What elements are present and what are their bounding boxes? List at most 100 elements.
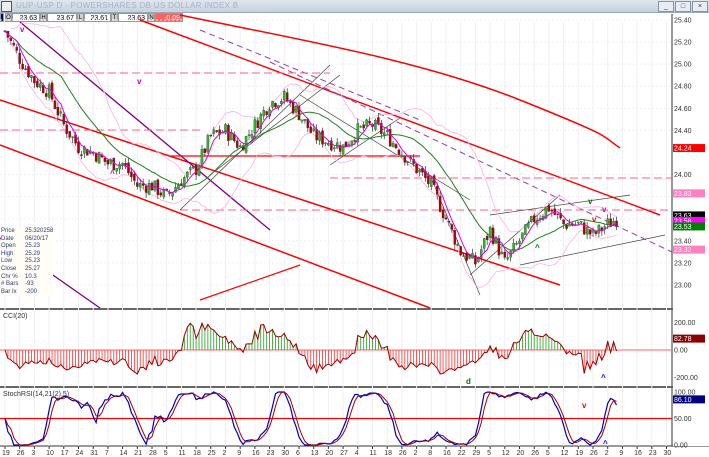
info-value: 10.3 (25, 273, 37, 280)
bearish-candle (36, 80, 39, 88)
price-badge-label: 24.24 (674, 146, 692, 153)
cursor-info-box: Price 25.320258 Date 06/20/17 Open 25.23 High 2… (1, 228, 54, 297)
bullish-candle (350, 140, 354, 145)
bullish-candle (385, 130, 389, 132)
price-tick-label: 25.20 (674, 40, 692, 47)
bullish-candle (430, 178, 433, 187)
bullish-candle (406, 161, 410, 163)
x-tick-label: 22 (458, 450, 466, 457)
bearish-candle (321, 130, 324, 145)
bullish-candle (462, 255, 465, 257)
bullish-candle (59, 111, 63, 114)
bullish-candle (303, 119, 307, 121)
bullish-candle (224, 124, 227, 134)
signal-marker: ^ (535, 243, 540, 252)
signal-marker: v (20, 25, 25, 34)
x-tick-label: 26 (531, 450, 539, 457)
bearish-candle (265, 111, 268, 115)
bullish-candle (359, 125, 362, 128)
long-moving-average-line (179, 14, 621, 149)
x-tick-label: 11 (178, 450, 185, 457)
x-tick-label: 27 (340, 450, 348, 457)
stoch-tick-label: 50.00 (674, 416, 692, 423)
x-tick-label: 16 (443, 450, 451, 457)
x-tick-label: 16 (252, 450, 260, 457)
x-tick-label: 2 (223, 450, 227, 457)
info-key: Open (1, 243, 16, 250)
bearish-candle (394, 144, 398, 149)
x-tick-label: 9 (619, 450, 623, 457)
bearish-candle (553, 208, 557, 215)
x-tick-label: 26 (399, 450, 407, 457)
red-channel-line (199, 264, 301, 301)
bearish-candle (77, 141, 80, 153)
x-tick-label: 3 (31, 450, 35, 457)
bullish-candle (171, 192, 174, 197)
info-row: Chr % 10.3 (1, 274, 53, 282)
bullish-candle (250, 134, 254, 138)
bearish-candle (438, 195, 442, 212)
info-key: Low (1, 258, 13, 265)
bearish-candle (194, 165, 198, 175)
bullish-candle (577, 221, 580, 224)
bullish-candle (262, 110, 265, 117)
x-tick-label: 17 (61, 450, 69, 457)
bearish-candle (485, 235, 489, 241)
bullish-candle (138, 183, 142, 188)
bearish-candle (103, 157, 107, 162)
bullish-candle (253, 119, 257, 134)
bullish-candle (300, 119, 304, 122)
x-tick-label: 10 (46, 450, 54, 457)
bullish-candle (468, 255, 471, 259)
x-tick-label: 20 (517, 450, 525, 457)
bearish-candle (144, 186, 148, 193)
bearish-candle (503, 251, 507, 258)
bearish-candle (550, 209, 554, 212)
bullish-candle (147, 182, 151, 195)
bearish-candle (444, 217, 448, 220)
x-tick-label: 25 (208, 450, 216, 457)
bearish-candle (159, 192, 163, 196)
bullish-candle (456, 244, 460, 246)
x-tick-label: 4 (355, 450, 359, 457)
moving-averages (4, 30, 617, 259)
bullish-candle (597, 224, 601, 234)
price-tick-label: 23.00 (674, 282, 692, 289)
bearish-candle (435, 185, 439, 195)
bullish-candle (527, 222, 530, 228)
price-tick-label: 24.00 (674, 172, 692, 179)
info-value: 25.23 (25, 243, 41, 250)
chart-canvas[interactable]: CCI(20)StochRSI(14,21(2),5) 25.4025.2025… (0, 0, 709, 457)
cci-signal-marker: d (466, 377, 471, 386)
bullish-candle (47, 84, 51, 98)
price-tick-label: 25.00 (674, 62, 692, 69)
bearish-candle (236, 140, 239, 148)
price-tick-label: 24.60 (674, 106, 692, 113)
price-tick-label: 23.40 (674, 238, 692, 245)
cci-tick-label: 200.00 (674, 320, 696, 327)
x-tick-label: 23 (267, 450, 275, 457)
x-tick-label: 12 (502, 450, 510, 457)
bearish-candle (459, 246, 462, 256)
bullish-candle (177, 184, 180, 190)
bearish-candle (532, 215, 536, 223)
bearish-candle (285, 92, 289, 102)
x-tick-label: 26 (17, 450, 25, 457)
bearish-candle (397, 149, 401, 155)
bearish-candle (80, 154, 83, 156)
bearish-candle (203, 148, 207, 153)
bearish-candle (21, 63, 24, 70)
bearish-candle (291, 101, 295, 114)
x-tick-label: 12 (561, 450, 569, 457)
stoch-signal-marker: ^ (603, 439, 608, 448)
x-tick-label: 18 (384, 450, 392, 457)
cci-signal-marker: ^ (601, 373, 606, 382)
bullish-candle (365, 119, 368, 127)
x-tick-label: 28 (149, 450, 157, 457)
bearish-candle (491, 227, 495, 244)
info-key: # Bars (1, 281, 19, 288)
info-key: High (1, 250, 14, 257)
info-value: 25.27 (25, 265, 41, 272)
bearish-candle (215, 130, 218, 133)
bearish-candle (353, 140, 357, 142)
